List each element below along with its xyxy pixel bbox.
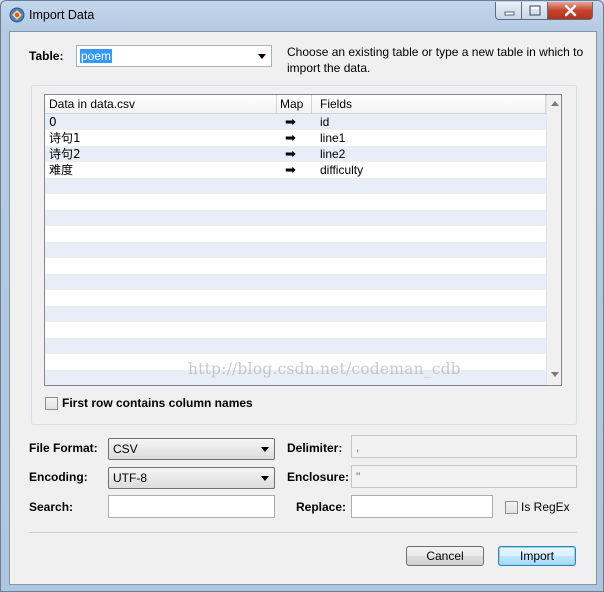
chevron-down-icon[interactable] bbox=[258, 54, 266, 59]
empty-row bbox=[45, 226, 546, 242]
grid-header: Data in data.csv Map Fields bbox=[45, 95, 546, 114]
title-bar[interactable]: Import Data bbox=[1, 1, 603, 31]
replace-input[interactable] bbox=[351, 495, 493, 518]
empty-row bbox=[45, 322, 546, 338]
header-divider[interactable] bbox=[311, 95, 312, 114]
scroll-up-icon[interactable] bbox=[551, 101, 559, 106]
dialog-body: Table: poem Choose an existing table or … bbox=[9, 31, 597, 585]
close-icon bbox=[564, 4, 577, 17]
window-title: Import Data bbox=[29, 8, 95, 22]
empty-row bbox=[45, 290, 546, 306]
delimiter-field[interactable]: , bbox=[351, 435, 577, 458]
enclosure-label: Enclosure: bbox=[287, 470, 350, 484]
delimiter-label: Delimiter: bbox=[287, 441, 343, 455]
replace-label: Replace: bbox=[296, 500, 347, 514]
mapping-group: Data in data.csv Map Fields 0 ➡ id 诗句1 ➡… bbox=[31, 85, 577, 425]
mapping-grid[interactable]: Data in data.csv Map Fields 0 ➡ id 诗句1 ➡… bbox=[44, 94, 562, 386]
regex-label[interactable]: Is RegEx bbox=[521, 500, 570, 514]
field-cell[interactable]: id bbox=[320, 115, 329, 129]
header-map[interactable]: Map bbox=[280, 97, 303, 111]
file-format-label: File Format: bbox=[29, 441, 98, 455]
minimize-button[interactable] bbox=[495, 2, 522, 20]
maximize-button[interactable] bbox=[522, 2, 548, 20]
regex-checkbox[interactable] bbox=[505, 501, 518, 514]
map-arrow-icon: ➡ bbox=[285, 146, 296, 161]
empty-row bbox=[45, 210, 546, 226]
map-arrow-icon: ➡ bbox=[285, 114, 296, 129]
import-data-dialog: Import Data Table: poem Choose an existi… bbox=[0, 0, 604, 592]
empty-row bbox=[45, 194, 546, 210]
empty-row bbox=[45, 306, 546, 322]
encoding-select[interactable]: UTF-8 bbox=[108, 467, 275, 489]
table-hint: Choose an existing table or type a new t… bbox=[287, 45, 584, 75]
source-cell[interactable]: 0 bbox=[49, 115, 57, 129]
app-icon bbox=[9, 7, 25, 23]
file-format-value: CSV bbox=[113, 442, 138, 456]
table-row[interactable]: 诗句2 ➡ line2 bbox=[45, 146, 546, 162]
grid-rows: 0 ➡ id 诗句1 ➡ line1 诗句2 ➡ line2 难度 ➡ diff… bbox=[45, 114, 546, 385]
delimiter-value: , bbox=[356, 440, 360, 454]
field-cell[interactable]: line1 bbox=[320, 131, 345, 145]
import-button[interactable]: Import bbox=[498, 546, 576, 566]
search-label: Search: bbox=[29, 500, 74, 514]
empty-row bbox=[45, 178, 546, 194]
table-row[interactable]: 诗句1 ➡ line1 bbox=[45, 130, 546, 146]
empty-row bbox=[45, 274, 546, 290]
enclosure-field[interactable]: " bbox=[351, 465, 577, 488]
watermark: http://blog.csdn.net/codeman_cdb bbox=[188, 360, 461, 378]
header-source[interactable]: Data in data.csv bbox=[49, 97, 135, 111]
maximize-icon bbox=[529, 5, 541, 16]
table-value[interactable]: poem bbox=[80, 49, 113, 63]
close-button[interactable] bbox=[548, 2, 593, 20]
first-row-checkbox[interactable] bbox=[45, 397, 58, 410]
chevron-down-icon[interactable] bbox=[261, 476, 269, 481]
scroll-down-icon[interactable] bbox=[551, 372, 559, 377]
file-format-select[interactable]: CSV bbox=[108, 438, 275, 460]
field-cell[interactable]: line2 bbox=[320, 147, 345, 161]
source-cell[interactable]: 诗句1 bbox=[49, 131, 81, 145]
map-arrow-icon: ➡ bbox=[285, 162, 296, 177]
empty-row bbox=[45, 258, 546, 274]
table-label: Table: bbox=[29, 49, 64, 63]
table-row[interactable]: 0 ➡ id bbox=[45, 114, 546, 130]
encoding-label: Encoding: bbox=[29, 470, 88, 484]
search-input[interactable] bbox=[108, 495, 275, 518]
header-divider[interactable] bbox=[276, 95, 277, 114]
encoding-value: UTF-8 bbox=[113, 471, 147, 485]
enclosure-value: " bbox=[356, 470, 361, 484]
table-row[interactable]: 难度 ➡ difficulty bbox=[45, 162, 546, 178]
field-cell[interactable]: difficulty bbox=[320, 163, 363, 177]
header-fields[interactable]: Fields bbox=[320, 97, 352, 111]
empty-row bbox=[45, 338, 546, 354]
vertical-scrollbar[interactable] bbox=[546, 95, 561, 385]
divider bbox=[29, 532, 577, 533]
minimize-icon bbox=[504, 11, 515, 16]
source-cell[interactable]: 诗句2 bbox=[49, 147, 81, 161]
chevron-down-icon[interactable] bbox=[261, 447, 269, 452]
empty-row bbox=[45, 242, 546, 258]
cancel-button[interactable]: Cancel bbox=[406, 546, 484, 566]
source-cell[interactable]: 难度 bbox=[49, 163, 73, 177]
first-row-label[interactable]: First row contains column names bbox=[62, 396, 253, 410]
table-combo[interactable]: poem bbox=[76, 45, 272, 67]
map-arrow-icon: ➡ bbox=[285, 130, 296, 145]
